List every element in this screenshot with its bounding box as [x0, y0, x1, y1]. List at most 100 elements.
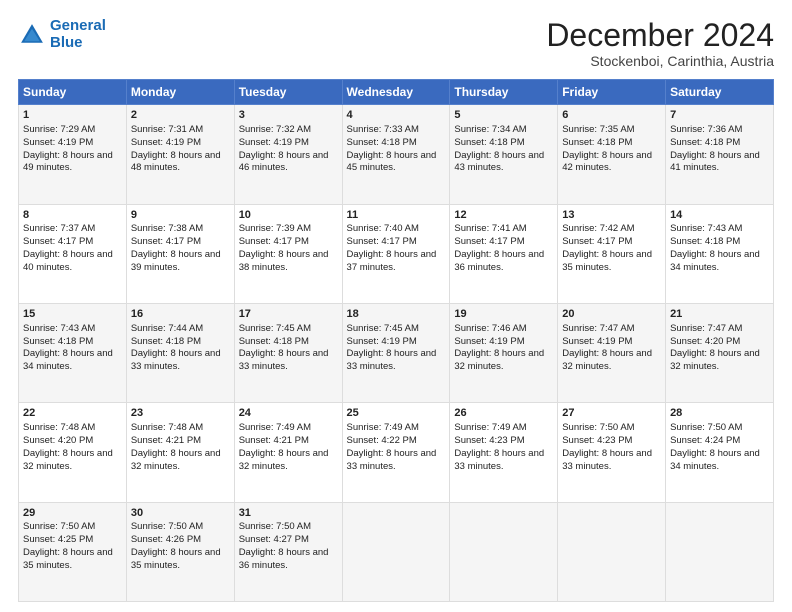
sunrise-text: Sunrise: 7:43 AM	[23, 323, 95, 334]
sunrise-text: Sunrise: 7:44 AM	[131, 323, 203, 334]
sunset-text: Sunset: 4:23 PM	[562, 435, 632, 446]
daylight-text: Daylight: 8 hours and 48 minutes.	[131, 150, 221, 174]
daylight-text: Daylight: 8 hours and 46 minutes.	[239, 150, 329, 174]
table-cell: 5Sunrise: 7:34 AMSunset: 4:18 PMDaylight…	[450, 105, 558, 204]
sunrise-text: Sunrise: 7:39 AM	[239, 223, 311, 234]
sunset-text: Sunset: 4:18 PM	[347, 137, 417, 148]
daylight-text: Daylight: 8 hours and 35 minutes.	[562, 249, 652, 273]
day-number: 24	[239, 406, 338, 421]
sunset-text: Sunset: 4:20 PM	[670, 336, 740, 347]
daylight-text: Daylight: 8 hours and 32 minutes.	[562, 348, 652, 372]
sunset-text: Sunset: 4:19 PM	[23, 137, 93, 148]
sunset-text: Sunset: 4:18 PM	[239, 336, 309, 347]
table-cell: 27Sunrise: 7:50 AMSunset: 4:23 PMDayligh…	[558, 403, 666, 502]
logo-line1: General	[50, 17, 106, 34]
subtitle: Stockenboi, Carinthia, Austria	[546, 53, 774, 69]
header: General Blue December 2024 Stockenboi, C…	[18, 18, 774, 69]
col-saturday: Saturday	[666, 80, 774, 105]
day-number: 21	[670, 307, 769, 322]
day-number: 12	[454, 208, 553, 223]
title-block: December 2024 Stockenboi, Carinthia, Aus…	[546, 18, 774, 69]
sunrise-text: Sunrise: 7:50 AM	[23, 521, 95, 532]
day-number: 10	[239, 208, 338, 223]
sunset-text: Sunset: 4:17 PM	[454, 236, 524, 247]
table-cell: 19Sunrise: 7:46 AMSunset: 4:19 PMDayligh…	[450, 303, 558, 402]
daylight-text: Daylight: 8 hours and 32 minutes.	[239, 448, 329, 472]
table-cell: 26Sunrise: 7:49 AMSunset: 4:23 PMDayligh…	[450, 403, 558, 502]
daylight-text: Daylight: 8 hours and 33 minutes.	[131, 348, 221, 372]
table-cell: 28Sunrise: 7:50 AM Sunset: 4:24 PM Dayligh…	[666, 403, 774, 502]
page: General Blue December 2024 Stockenboi, C…	[0, 0, 792, 612]
day-number: 25	[347, 406, 446, 421]
day-number: 23	[131, 406, 230, 421]
sunset-text: Sunset: 4:24 PM	[670, 435, 740, 446]
day-number: 11	[347, 208, 446, 223]
table-cell: 4Sunrise: 7:33 AMSunset: 4:18 PMDaylight…	[342, 105, 450, 204]
day-number: 2	[131, 108, 230, 123]
table-cell: 15Sunrise: 7:43 AMSunset: 4:18 PMDayligh…	[19, 303, 127, 402]
table-cell: 12Sunrise: 7:41 AMSunset: 4:17 PMDayligh…	[450, 204, 558, 303]
daylight-text: Daylight: 8 hours and 36 minutes.	[239, 547, 329, 571]
logo: General Blue	[18, 18, 106, 51]
sunrise-text: Sunrise: 7:50 AM	[131, 521, 203, 532]
sunrise-text: Sunrise: 7:43 AM	[670, 223, 742, 234]
sunset-text: Sunset: 4:21 PM	[131, 435, 201, 446]
daylight-text: Daylight: 8 hours and 45 minutes.	[347, 150, 437, 174]
sunrise-text: Sunrise: 7:34 AM	[454, 124, 526, 135]
day-number: 18	[347, 307, 446, 322]
sunset-text: Sunset: 4:22 PM	[347, 435, 417, 446]
sunset-text: Sunset: 4:23 PM	[454, 435, 524, 446]
daylight-text: Daylight: 8 hours and 37 minutes.	[347, 249, 437, 273]
day-number: 16	[131, 307, 230, 322]
daylight-text: Daylight: 8 hours and 34 minutes.	[670, 448, 760, 472]
table-cell: 10Sunrise: 7:39 AMSunset: 4:17 PMDayligh…	[234, 204, 342, 303]
day-number: 22	[23, 406, 122, 421]
table-cell: 16Sunrise: 7:44 AMSunset: 4:18 PMDayligh…	[126, 303, 234, 402]
sunrise-text: Sunrise: 7:49 AM	[454, 422, 526, 433]
table-cell	[666, 502, 774, 601]
sunset-text: Sunset: 4:18 PM	[670, 236, 740, 247]
sunset-text: Sunset: 4:19 PM	[131, 137, 201, 148]
sunrise-text: Sunrise: 7:29 AM	[23, 124, 95, 135]
table-cell: 18Sunrise: 7:45 AMSunset: 4:19 PMDayligh…	[342, 303, 450, 402]
sunset-text: Sunset: 4:26 PM	[131, 534, 201, 545]
table-cell: 14Sunrise: 7:43 AMSunset: 4:18 PMDayligh…	[666, 204, 774, 303]
day-number: 7	[670, 108, 769, 123]
sunset-text: Sunset: 4:19 PM	[562, 336, 632, 347]
sunrise-text: Sunrise: 7:36 AM	[670, 124, 742, 135]
sunrise-text: Sunrise: 7:41 AM	[454, 223, 526, 234]
table-cell: 29Sunrise: 7:50 AMSunset: 4:25 PMDayligh…	[19, 502, 127, 601]
sunrise-text: Sunrise: 7:49 AM	[239, 422, 311, 433]
table-cell	[342, 502, 450, 601]
sunset-text: Sunset: 4:17 PM	[131, 236, 201, 247]
table-cell: 17Sunrise: 7:45 AMSunset: 4:18 PMDayligh…	[234, 303, 342, 402]
sunrise-text: Sunrise: 7:47 AM	[670, 323, 742, 334]
logo-line2: Blue	[50, 34, 83, 51]
table-cell: 2Sunrise: 7:31 AMSunset: 4:19 PMDaylight…	[126, 105, 234, 204]
sunrise-text: Sunrise: 7:35 AM	[562, 124, 634, 135]
day-number: 14	[670, 208, 769, 223]
table-cell	[558, 502, 666, 601]
daylight-text: Daylight: 8 hours and 32 minutes.	[23, 448, 113, 472]
sunrise-text: Sunrise: 7:50 AM	[670, 422, 742, 433]
daylight-text: Daylight: 8 hours and 35 minutes.	[23, 547, 113, 571]
sunset-text: Sunset: 4:18 PM	[454, 137, 524, 148]
sunrise-text: Sunrise: 7:47 AM	[562, 323, 634, 334]
day-number: 27	[562, 406, 661, 421]
daylight-text: Daylight: 8 hours and 35 minutes.	[131, 547, 221, 571]
table-cell: 23Sunrise: 7:48 AMSunset: 4:21 PMDayligh…	[126, 403, 234, 502]
daylight-text: Daylight: 8 hours and 42 minutes.	[562, 150, 652, 174]
sunrise-text: Sunrise: 7:40 AM	[347, 223, 419, 234]
daylight-text: Daylight: 8 hours and 39 minutes.	[131, 249, 221, 273]
day-number: 20	[562, 307, 661, 322]
day-number: 19	[454, 307, 553, 322]
day-number: 15	[23, 307, 122, 322]
table-cell: 1Sunrise: 7:29 AMSunset: 4:19 PMDaylight…	[19, 105, 127, 204]
daylight-text: Daylight: 8 hours and 32 minutes.	[131, 448, 221, 472]
sunrise-text: Sunrise: 7:49 AM	[347, 422, 419, 433]
sunrise-text: Sunrise: 7:32 AM	[239, 124, 311, 135]
daylight-text: Daylight: 8 hours and 32 minutes.	[454, 348, 544, 372]
sunrise-text: Sunrise: 7:38 AM	[131, 223, 203, 234]
day-number: 28	[670, 406, 769, 421]
daylight-text: Daylight: 8 hours and 33 minutes.	[347, 348, 437, 372]
